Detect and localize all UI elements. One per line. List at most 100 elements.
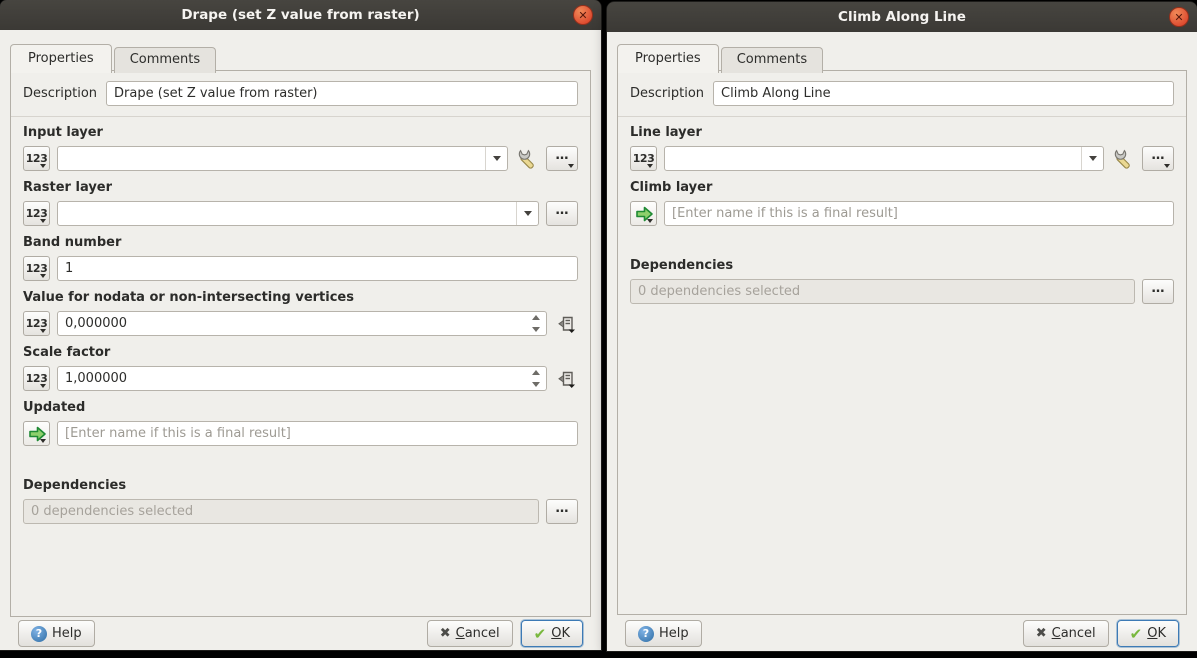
dependencies-field: 0 dependencies selected xyxy=(630,279,1135,304)
ok-check-icon: ✔ xyxy=(1130,625,1143,643)
chevron-down-icon xyxy=(40,164,46,168)
cancel-x-icon: ✖ xyxy=(440,626,451,641)
separator xyxy=(11,116,590,117)
ellipsis-icon: … xyxy=(556,501,569,516)
input-layer-browse-button[interactable]: … xyxy=(546,146,578,171)
cancel-button[interactable]: ✖ Cancel xyxy=(427,620,513,647)
dependencies-field: 0 dependencies selected xyxy=(23,499,539,524)
spin-up-icon xyxy=(532,370,540,375)
output-type-button[interactable] xyxy=(23,421,50,446)
band-number-label: Band number xyxy=(23,235,578,250)
chevron-down-icon xyxy=(40,274,46,278)
description-input[interactable] xyxy=(106,81,578,106)
chevron-down-icon xyxy=(1089,156,1097,161)
cancel-button-label: Cancel xyxy=(1052,626,1096,641)
chevron-down-icon xyxy=(647,164,653,168)
nodata-value-label: Value for nodata or non-intersecting ver… xyxy=(23,290,578,305)
titlebar[interactable]: Climb Along Line ✕ xyxy=(607,2,1197,32)
line-layer-combobox[interactable] xyxy=(664,146,1104,171)
chevron-down-icon xyxy=(568,164,574,168)
ellipsis-icon: … xyxy=(556,148,569,163)
description-label: Description xyxy=(23,86,97,101)
help-button[interactable]: ? Help xyxy=(18,620,95,647)
data-defined-override-icon xyxy=(556,369,576,389)
line-layer-label: Line layer xyxy=(630,125,1174,140)
dependencies-label: Dependencies xyxy=(23,478,578,493)
data-defined-override-button[interactable] xyxy=(554,367,578,391)
band-number-input[interactable] xyxy=(57,256,578,281)
tab-comments[interactable]: Comments xyxy=(114,47,216,73)
tabbar: Properties Comments xyxy=(10,44,216,73)
ellipsis-icon: … xyxy=(556,203,569,218)
spin-down-icon xyxy=(532,327,540,332)
wrench-icon xyxy=(516,148,538,170)
data-defined-override-button[interactable] xyxy=(554,312,578,336)
titlebar[interactable]: Drape (set Z value from raster) ✕ xyxy=(0,0,601,30)
chevron-down-icon xyxy=(1164,164,1170,168)
scale-factor-spinbox xyxy=(57,366,547,391)
tab-comments[interactable]: Comments xyxy=(721,47,823,73)
ellipsis-icon: … xyxy=(1152,148,1165,163)
help-button[interactable]: ? Help xyxy=(625,620,702,647)
tab-properties[interactable]: Properties xyxy=(10,44,112,73)
ok-button[interactable]: ✔ OK xyxy=(1117,620,1179,647)
combobox-arrow-zone[interactable] xyxy=(485,147,507,170)
description-label: Description xyxy=(630,86,704,101)
properties-panel: Description Line layer 123 xyxy=(617,70,1187,615)
parameter-type-button[interactable]: 123 xyxy=(23,146,50,171)
spinbox-arrows[interactable] xyxy=(532,370,540,387)
dialog-body: Properties Comments Description Line lay… xyxy=(607,32,1197,651)
tab-properties[interactable]: Properties xyxy=(617,44,719,73)
data-defined-override-icon xyxy=(556,314,576,334)
raster-layer-combobox[interactable] xyxy=(57,201,539,226)
parameter-type-button[interactable]: 123 xyxy=(630,146,657,171)
cancel-button[interactable]: ✖ Cancel xyxy=(1023,620,1109,647)
cancel-x-icon: ✖ xyxy=(1036,626,1047,641)
close-icon[interactable]: ✕ xyxy=(573,5,593,25)
line-layer-browse-button[interactable]: … xyxy=(1142,146,1174,171)
dependencies-browse-button[interactable]: … xyxy=(546,499,578,524)
help-button-label: Help xyxy=(659,626,689,641)
ok-button[interactable]: ✔ OK xyxy=(521,620,583,647)
dialog-body: Properties Comments Description Input la… xyxy=(0,30,601,650)
climb-layer-label: Climb layer xyxy=(630,180,1174,195)
raster-layer-label: Raster layer xyxy=(23,180,578,195)
help-button-label: Help xyxy=(52,626,82,641)
chevron-down-icon xyxy=(40,219,46,223)
edit-expression-button[interactable] xyxy=(515,147,539,171)
combobox-arrow-zone[interactable] xyxy=(1081,147,1103,170)
parameter-type-button[interactable]: 123 xyxy=(23,366,50,391)
dialog-footer: ? Help ✖ Cancel ✔ OK xyxy=(625,620,1179,647)
help-icon: ? xyxy=(31,626,47,642)
separator xyxy=(618,116,1186,117)
output-type-button[interactable] xyxy=(630,201,657,226)
chevron-down-icon xyxy=(40,329,46,333)
edit-expression-button[interactable] xyxy=(1111,147,1135,171)
input-layer-combobox[interactable] xyxy=(57,146,508,171)
tabbar: Properties Comments xyxy=(617,44,823,73)
parameter-type-button[interactable]: 123 xyxy=(23,201,50,226)
parameter-type-button[interactable]: 123 xyxy=(23,256,50,281)
scale-factor-spinbox-input[interactable] xyxy=(57,366,547,391)
nodata-spinbox-input[interactable] xyxy=(57,311,547,336)
drape-dialog-window: Drape (set Z value from raster) ✕ Proper… xyxy=(0,0,601,650)
updated-label: Updated xyxy=(23,400,578,415)
nodata-spinbox xyxy=(57,311,547,336)
ok-button-label: OK xyxy=(1147,626,1166,641)
climb-layer-name-input[interactable] xyxy=(664,201,1174,226)
updated-name-input[interactable] xyxy=(57,421,578,446)
ok-check-icon: ✔ xyxy=(534,625,547,643)
dialog-footer: ? Help ✖ Cancel ✔ OK xyxy=(18,620,583,647)
parameter-type-button[interactable]: 123 xyxy=(23,311,50,336)
close-icon[interactable]: ✕ xyxy=(1169,7,1189,27)
climb-dialog-window: Climb Along Line ✕ Properties Comments D… xyxy=(607,2,1197,651)
dependencies-browse-button[interactable]: … xyxy=(1142,279,1174,304)
raster-layer-browse-button[interactable]: … xyxy=(546,201,578,226)
chevron-down-icon xyxy=(40,384,46,388)
spinbox-arrows[interactable] xyxy=(532,315,540,332)
description-input[interactable] xyxy=(713,81,1174,106)
ok-button-label: OK xyxy=(551,626,570,641)
combobox-arrow-zone[interactable] xyxy=(516,202,538,225)
spin-up-icon xyxy=(532,315,540,320)
chevron-down-icon xyxy=(493,156,501,161)
